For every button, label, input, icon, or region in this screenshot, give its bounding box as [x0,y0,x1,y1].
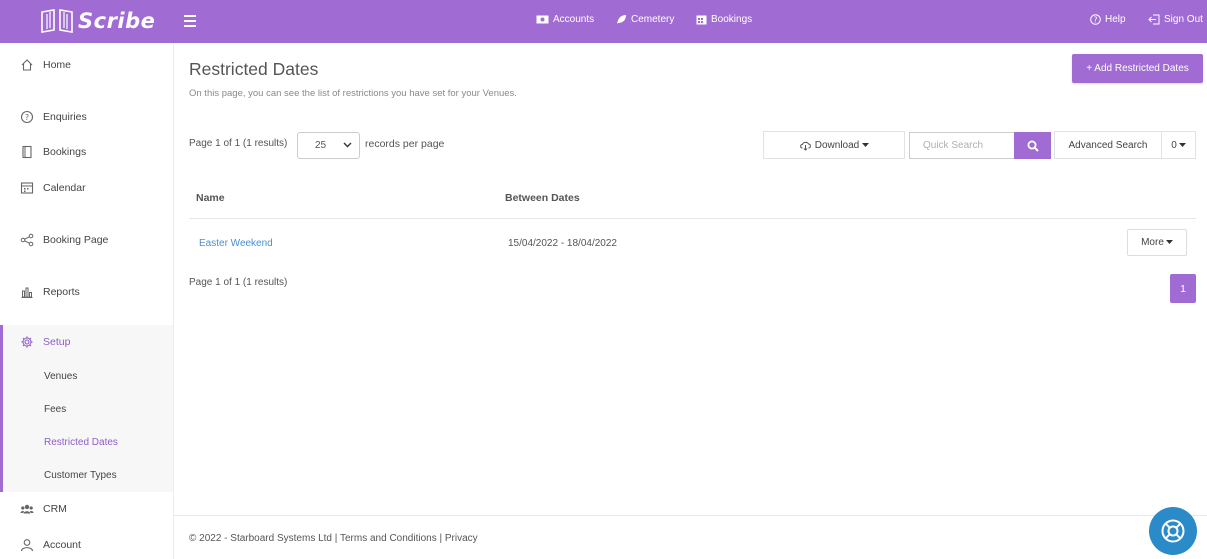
sidebar-subitem-customer-types[interactable]: Customer Types [44,470,117,481]
terms-link[interactable]: Terms and Conditions [340,533,437,544]
more-label: More [1141,237,1164,248]
nav-signout-label: Sign Out [1164,14,1203,25]
money-icon [536,15,549,24]
nav-accounts[interactable]: Accounts [536,14,594,25]
nav-help-label: Help [1105,14,1126,25]
sidebar-item-label: Bookings [43,146,87,158]
sidebar-item-label: Booking Page [43,234,109,246]
footer-separator: | [439,533,443,544]
question-circle-icon: ? [1090,14,1101,25]
lifebuoy-icon [1161,519,1185,543]
sidebar-subitem-fees[interactable]: Fees [44,404,66,415]
svg-text:?: ? [25,113,29,122]
sidebar-item-home[interactable]: Home [0,52,173,78]
cloud-download-icon [799,141,811,151]
search-button[interactable] [1014,132,1051,159]
restriction-name-link[interactable]: Easter Weekend [199,238,273,249]
caret-down-icon [1165,240,1173,244]
nav-cemetery[interactable]: Cemetery [616,14,674,25]
svg-text:?: ? [1094,15,1098,24]
sidebar-item-label: Calendar [43,182,86,194]
page-title: Restricted Dates [189,59,319,79]
sidebar-item-account[interactable]: Account [0,532,173,558]
sidebar-item-label: Home [43,59,72,71]
nav-accounts-label: Accounts [553,14,595,25]
sidebar: Home ? Enquiries Bookings Calendar Booki… [0,43,174,559]
filter-count-dropdown[interactable]: 0 [1161,131,1196,159]
sidebar-item-booking-page[interactable]: Booking Page [0,227,173,253]
support-lifebuoy-button[interactable] [1149,507,1197,555]
page-description: On this page, you can see the list of re… [189,88,517,99]
menu-toggle-icon[interactable] [184,12,196,28]
records-per-page-value: 25 [315,140,327,151]
records-per-page-select[interactable]: 25 [297,132,360,159]
sidebar-item-setup[interactable]: Setup [0,329,173,355]
table-header-divider [189,218,1196,219]
search-icon [1027,140,1039,152]
users-icon [20,504,34,514]
sign-out-icon [1148,14,1160,25]
nav-bookings-label: Bookings [711,14,753,25]
caret-down-icon [1178,142,1186,147]
sidebar-item-label: Account [43,539,81,551]
chevron-down-icon [343,142,352,148]
footer-copyright: © 2022 - Starboard Systems Ltd | [189,533,338,544]
logo[interactable]: Scribe [40,7,155,35]
top-navbar: Scribe Accounts Cemetery Bookings ? Help… [0,0,1207,43]
advanced-search-button[interactable]: Advanced Search [1054,131,1162,159]
user-icon [20,539,34,552]
sidebar-item-label: Enquiries [43,111,87,123]
sidebar-subitem-venues[interactable]: Venues [44,371,77,382]
book-logo-icon [41,9,73,33]
add-restricted-dates-button[interactable]: + Add Restricted Dates [1072,54,1203,83]
book-icon [22,145,32,159]
sidebar-item-label: CRM [43,503,67,515]
share-icon [20,233,34,247]
bar-chart-icon [21,287,33,298]
leaf-icon [617,15,626,24]
pager-summary-top: Page 1 of 1 (1 results) [189,138,288,149]
sidebar-subitem-restricted-dates[interactable]: Restricted Dates [44,437,118,448]
caret-down-icon [862,142,870,147]
restriction-dates: 15/04/2022 - 18/04/2022 [508,238,617,249]
download-button[interactable]: Download [763,131,905,159]
sidebar-item-crm[interactable]: CRM [0,496,173,522]
column-header-between-dates[interactable]: Between Dates [505,192,580,204]
sidebar-item-bookings[interactable]: Bookings [0,139,173,165]
gear-icon [21,336,33,348]
calendar-icon [696,15,707,25]
nav-bookings[interactable]: Bookings [696,14,752,25]
home-icon [21,59,33,71]
pagination-page-1[interactable]: 1 [1170,274,1196,303]
nav-help[interactable]: ? Help [1090,14,1126,25]
privacy-link[interactable]: Privacy [445,533,478,544]
filter-count-value: 0 [1171,139,1177,151]
calendar-icon [20,182,34,194]
logo-text: Scribe [78,9,156,33]
footer: © 2022 - Starboard Systems Ltd | Terms a… [189,533,478,544]
column-header-name[interactable]: Name [196,192,225,204]
more-actions-button[interactable]: More [1127,229,1187,256]
footer-divider [174,515,1207,516]
download-label: Download [814,139,860,151]
quick-search-input[interactable] [909,132,1014,159]
sidebar-item-label: Setup [43,336,71,348]
records-per-page-label: records per page [365,138,445,150]
sidebar-item-enquiries[interactable]: ? Enquiries [0,104,173,130]
sidebar-item-reports[interactable]: Reports [0,279,173,305]
pager-summary-bottom: Page 1 of 1 (1 results) [189,277,288,288]
sidebar-item-calendar[interactable]: Calendar [0,175,173,201]
sidebar-item-label: Reports [43,286,80,298]
question-circle-icon: ? [20,110,34,124]
setup-section: Setup Venues Fees Restricted Dates Custo… [0,325,173,492]
nav-cemetery-label: Cemetery [631,14,675,25]
nav-signout[interactable]: Sign Out [1148,14,1203,25]
